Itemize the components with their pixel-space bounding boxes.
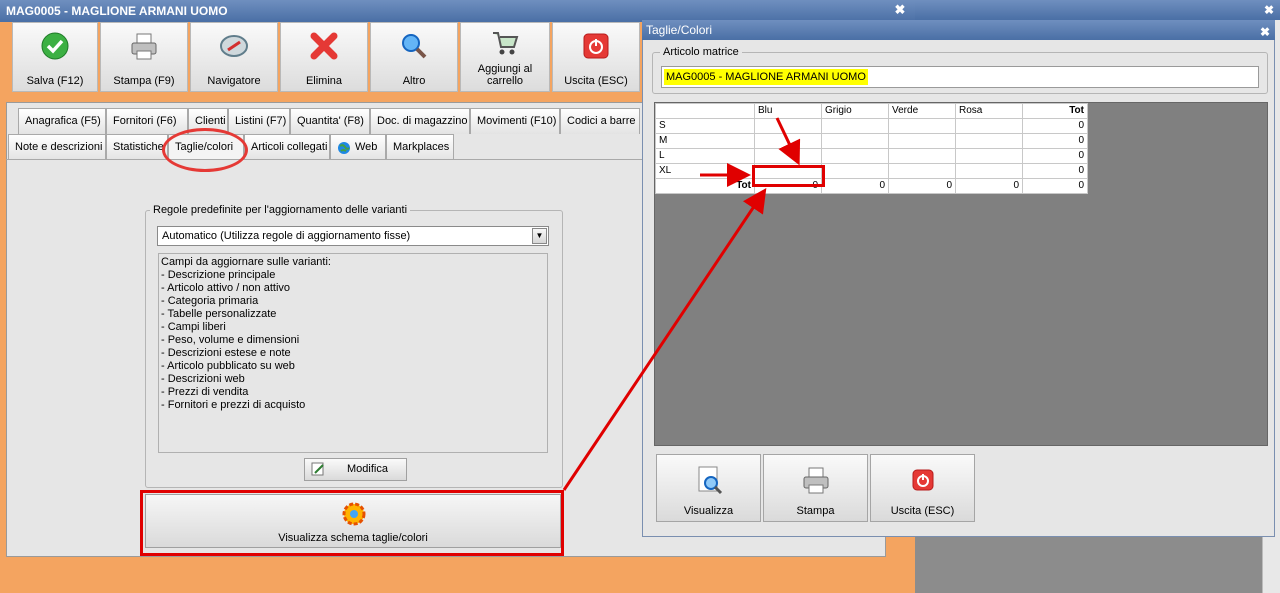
- annotation-arrow: [775, 117, 801, 166]
- annotation-arrow: [562, 188, 767, 491]
- annotation-arrows: [562, 117, 801, 491]
